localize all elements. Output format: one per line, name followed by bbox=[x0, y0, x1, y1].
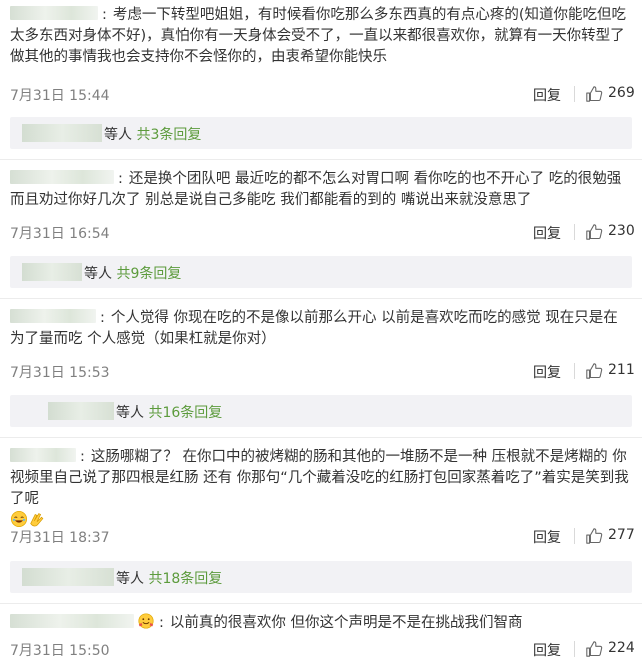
like-count: 211 bbox=[608, 362, 635, 378]
thumbs-up-icon[interactable] bbox=[585, 223, 603, 241]
view-replies-link[interactable]: 共16条回复 bbox=[148, 405, 222, 421]
reply-avatars-blurred bbox=[48, 402, 114, 420]
laughing-emoji-icon bbox=[10, 510, 28, 528]
like-count: 277 bbox=[608, 527, 635, 543]
meta-separator bbox=[574, 86, 575, 102]
view-replies-link[interactable]: 共9条回复 bbox=[116, 266, 181, 282]
thumbs-up-icon[interactable] bbox=[585, 85, 603, 103]
commenter-name-blurred[interactable] bbox=[10, 309, 96, 323]
reply-button[interactable]: 回复 bbox=[533, 527, 561, 547]
comment-time: 7月31日 18:37 bbox=[10, 530, 110, 546]
commenter-name-blurred[interactable] bbox=[10, 614, 134, 628]
reply-avatars-blurred bbox=[22, 263, 82, 281]
clap-emoji-icon bbox=[30, 513, 44, 527]
divider bbox=[0, 437, 642, 438]
meta-separator bbox=[574, 528, 575, 544]
view-replies-link[interactable]: 共3条回复 bbox=[136, 127, 201, 143]
divider bbox=[0, 159, 642, 160]
thumbs-up-icon[interactable] bbox=[585, 640, 603, 658]
like-count: 269 bbox=[608, 85, 635, 101]
commenter-name-blurred[interactable] bbox=[10, 170, 114, 184]
comment-text: 以前真的很喜欢你 但你这个声明是不是在挑战我们智商 bbox=[169, 615, 523, 631]
hug-emoji-icon bbox=[138, 613, 154, 629]
commenter-name-blurred[interactable] bbox=[10, 6, 98, 20]
comment-body: : 以前真的很喜欢你 但你这个声明是不是在挑战我们智商 bbox=[10, 612, 632, 634]
reply-avatars-blurred bbox=[22, 568, 114, 586]
comment-time: 7月31日 15:50 bbox=[10, 643, 110, 659]
thumbs-up-icon[interactable] bbox=[585, 362, 603, 380]
view-replies-link[interactable]: 共18条回复 bbox=[148, 571, 222, 587]
reply-button[interactable]: 回复 bbox=[533, 85, 561, 105]
comment-body: : 还是换个团队吧 最近吃的都不怎么对胃口啊 看你吃的也不开心了 吃的很勉强 而且… bbox=[10, 170, 622, 208]
meta-separator bbox=[574, 224, 575, 240]
thumbs-up-icon[interactable] bbox=[585, 527, 603, 545]
divider bbox=[0, 298, 642, 299]
sub-replies-summary: 等人 共9条回复 bbox=[84, 266, 182, 282]
comment-body: : 这肠哪糊了？ 在你口中的被烤糊的肠和其他的一堆肠不是一种 压根就不是烤糊的 你… bbox=[10, 447, 632, 532]
like-count: 224 bbox=[608, 640, 635, 656]
comment-text: 这肠哪糊了？ 在你口中的被烤糊的肠和其他的一堆肠不是一种 压根就不是烤糊的 你视… bbox=[10, 449, 629, 507]
comment-time: 7月31日 15:44 bbox=[10, 88, 110, 104]
comment-body: : 考虑一下转型吧姐姐，有时候看你吃那么多东西真的有点心疼的(知道你能吃但吃太多东… bbox=[10, 6, 627, 65]
reply-button[interactable]: 回复 bbox=[533, 223, 561, 243]
sub-replies-bar[interactable]: 等人 共16条回复 bbox=[10, 395, 632, 427]
divider bbox=[0, 603, 642, 604]
sub-replies-bar[interactable]: 等人 共18条回复 bbox=[10, 561, 632, 593]
meta-separator bbox=[574, 641, 575, 657]
comment-body: : 个人觉得 你现在吃的不是像以前那么开心 以前是喜欢吃而吃的感觉 现在只是在为了… bbox=[10, 309, 618, 347]
sub-replies-summary: 等人 共16条回复 bbox=[116, 405, 223, 421]
sub-replies-bar[interactable]: 等人 共9条回复 bbox=[10, 256, 632, 288]
sub-replies-bar[interactable]: 等人 共3条回复 bbox=[10, 117, 632, 149]
reply-avatars-blurred bbox=[22, 124, 102, 142]
like-count: 230 bbox=[608, 223, 635, 239]
reply-button[interactable]: 回复 bbox=[533, 362, 561, 382]
comment-time: 7月31日 16:54 bbox=[10, 226, 110, 242]
reply-button[interactable]: 回复 bbox=[533, 640, 561, 660]
meta-separator bbox=[574, 363, 575, 379]
sub-replies-summary: 等人 共18条回复 bbox=[116, 571, 223, 587]
commenter-name-blurred[interactable] bbox=[10, 448, 76, 462]
sub-replies-summary: 等人 共3条回复 bbox=[104, 127, 202, 143]
comment-time: 7月31日 15:53 bbox=[10, 365, 110, 381]
